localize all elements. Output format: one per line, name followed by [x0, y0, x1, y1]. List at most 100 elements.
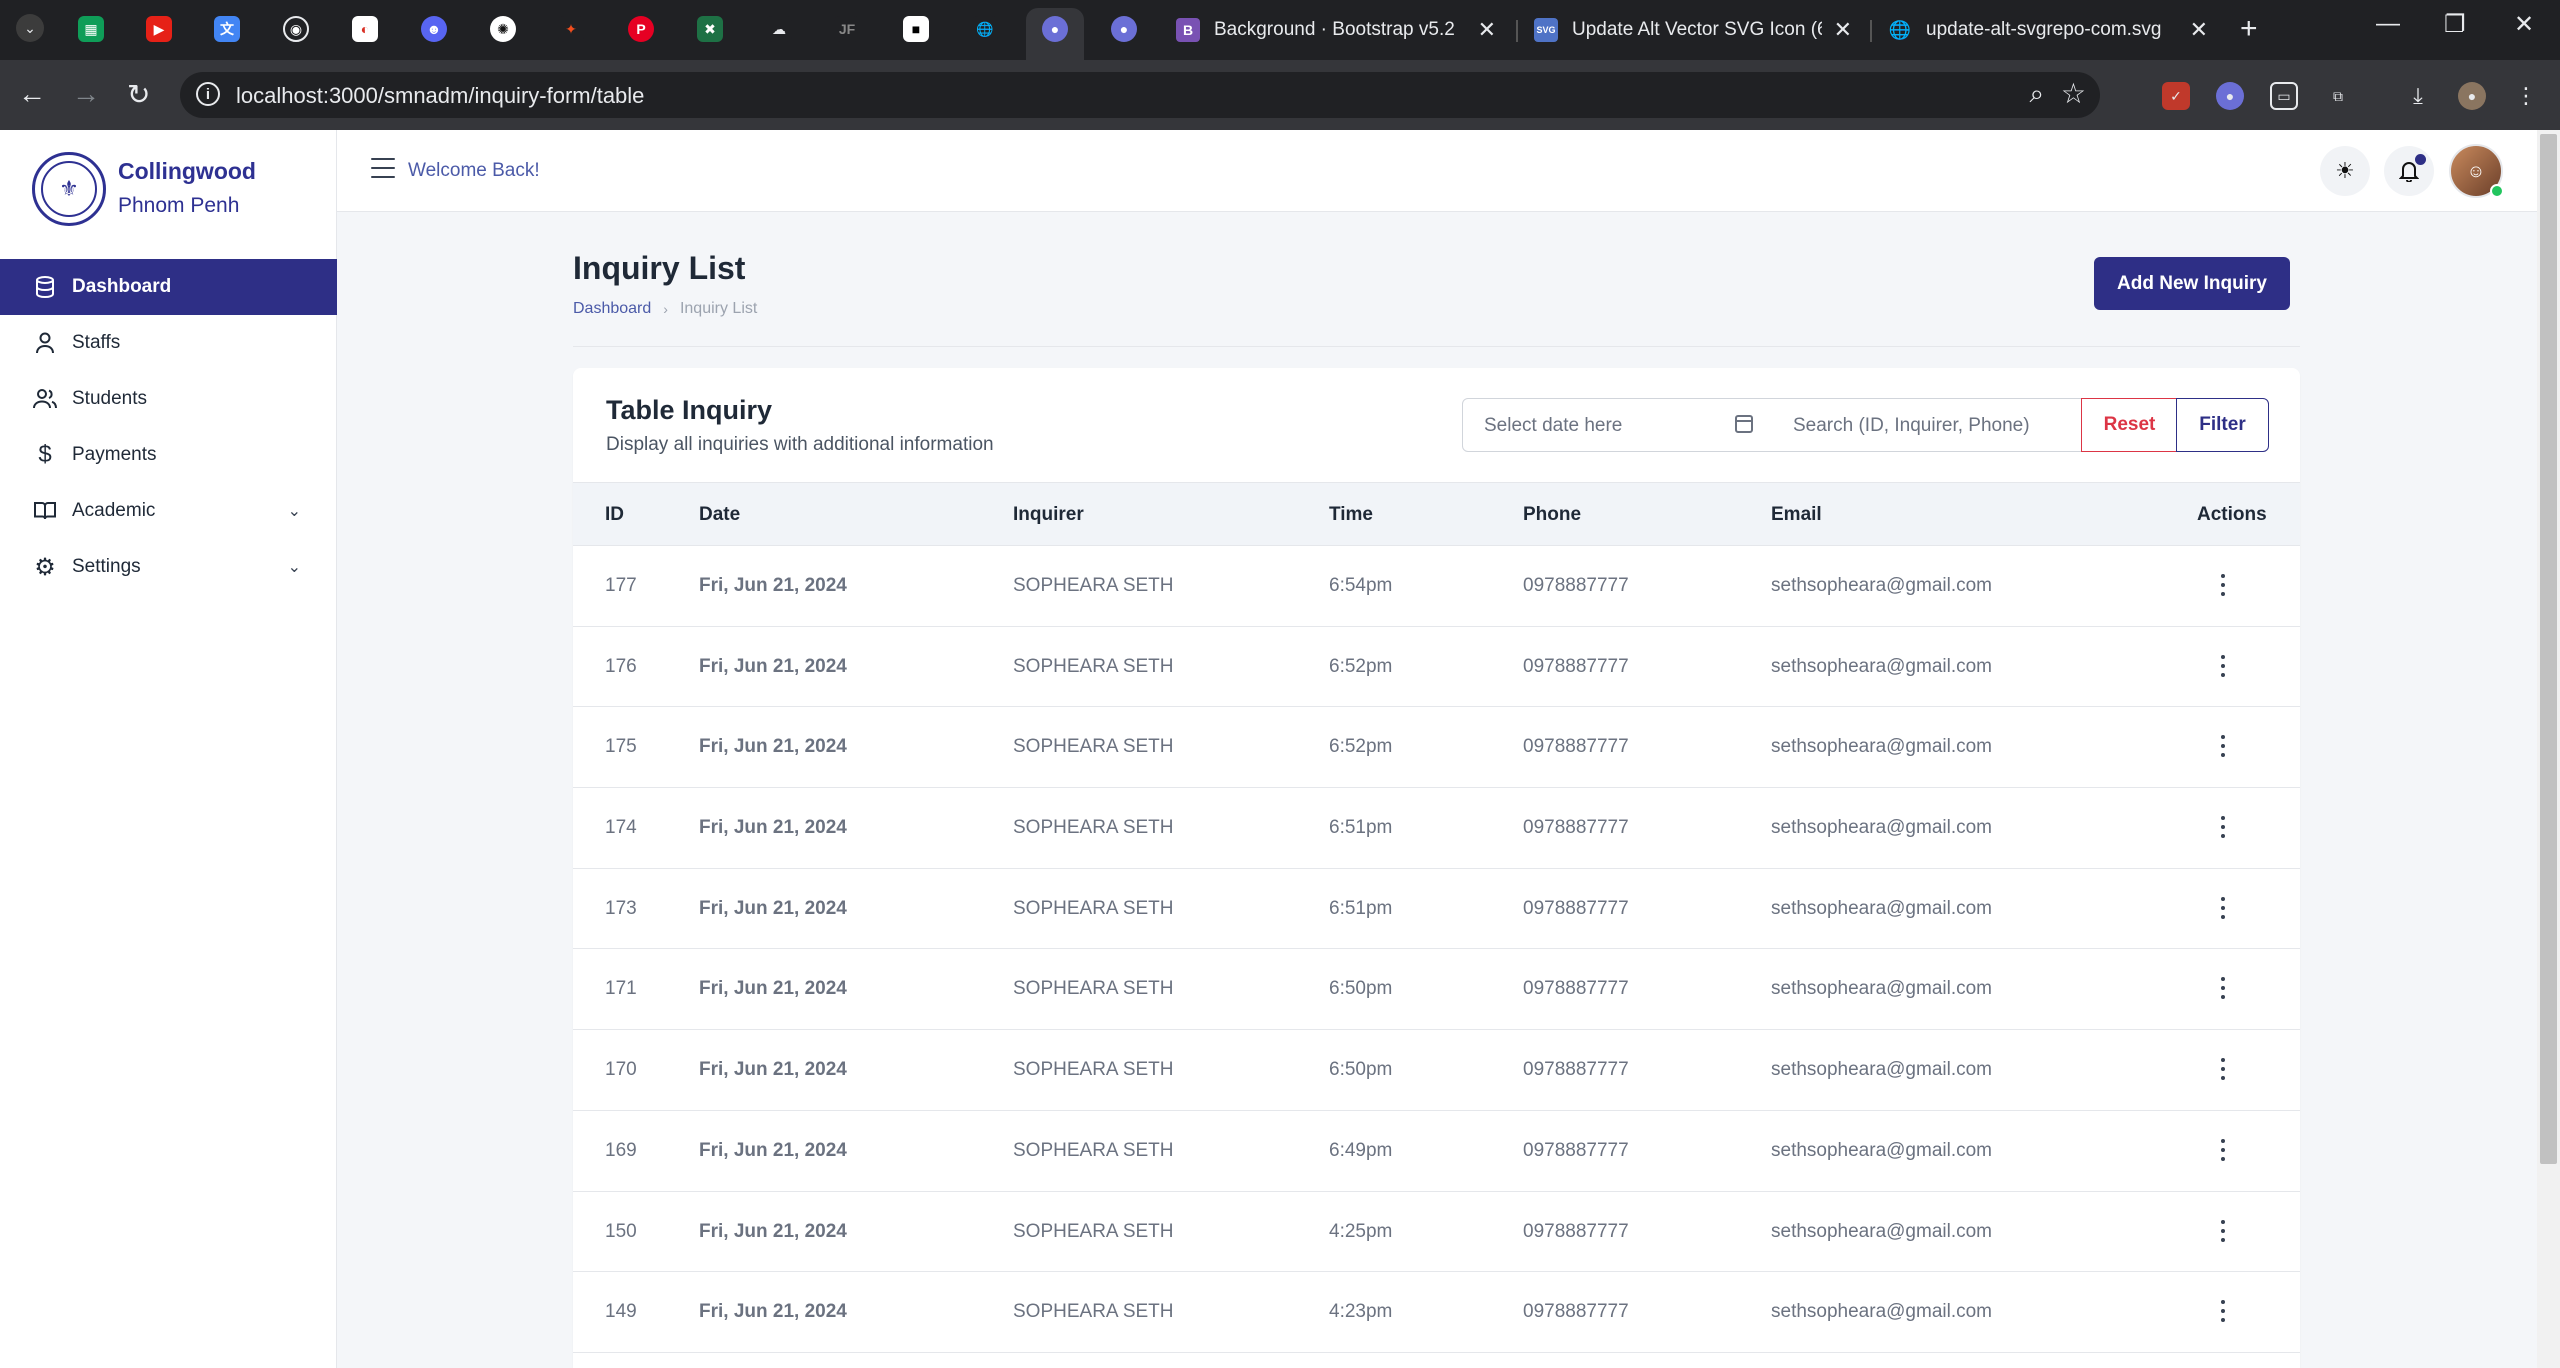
table-row[interactable]: 170 Fri, Jun 21, 2024 SOPHEARA SETH 6:50… — [573, 1030, 2300, 1111]
more-actions-icon[interactable] — [2218, 816, 2228, 839]
more-actions-icon[interactable] — [2218, 1300, 2228, 1323]
cell-email: sethsopheara@gmail.com — [1771, 1139, 1993, 1161]
date-picker-input[interactable]: Select date here — [1462, 398, 1772, 452]
address-bar[interactable]: i localhost:3000/smnadm/inquiry-form/tab… — [180, 72, 2100, 118]
sidebar-item-academic[interactable]: Academic ⌄ — [0, 483, 337, 539]
more-actions-icon[interactable] — [2218, 896, 2228, 919]
table-row[interactable]: 175 Fri, Jun 21, 2024 SOPHEARA SETH 6:52… — [573, 707, 2300, 789]
table-row[interactable]: 176 Fri, Jun 21, 2024 SOPHEARA SETH 6:52… — [573, 627, 2300, 708]
theme-toggle-sun-icon[interactable]: ☀ — [2320, 146, 2370, 196]
minimize-icon[interactable]: — — [2376, 10, 2400, 38]
table-row[interactable]: 174 Fri, Jun 21, 2024 SOPHEARA SETH 6:51… — [573, 788, 2300, 869]
chevron-down-icon: ⌄ — [287, 559, 301, 576]
jf-icon[interactable]: JF — [834, 16, 860, 42]
table-row[interactable]: 177 Fri, Jun 21, 2024 SOPHEARA SETH 6:54… — [573, 546, 2300, 627]
hamburger-menu-icon[interactable] — [371, 158, 395, 178]
tab-svg-icon[interactable]: SVG Update Alt Vector SVG Icon (6) ✕ — [1534, 8, 1852, 52]
restore-icon[interactable]: ❐ — [2444, 10, 2466, 39]
globe-icon[interactable]: 🌐 — [972, 16, 998, 42]
app-icon[interactable]: ◐ — [352, 16, 378, 42]
browser-menu-icon[interactable]: ⋮ — [2512, 82, 2540, 110]
extensions-puzzle-icon[interactable]: ⧉ — [2324, 82, 2352, 110]
cell-phone: 0978887777 — [1523, 575, 1629, 596]
extension-icon[interactable]: ✓ — [2162, 82, 2190, 110]
sidebar-item-payments[interactable]: $ Payments — [0, 427, 337, 483]
page-scrollbar-thumb[interactable] — [2540, 134, 2557, 1164]
more-actions-icon[interactable] — [2218, 574, 2228, 596]
profile-icon[interactable]: ● — [2458, 82, 2486, 110]
download-icon[interactable]: ⤓ — [2404, 82, 2432, 110]
chevron-down-icon: ⌄ — [287, 503, 301, 520]
forward-icon[interactable]: → — [72, 78, 100, 110]
more-actions-icon[interactable] — [2218, 1058, 2228, 1081]
school-logo-icon: ⚜ — [32, 152, 106, 226]
breadcrumb-link-dashboard[interactable]: Dashboard — [573, 300, 651, 318]
new-tab-icon[interactable]: + — [2240, 12, 2258, 46]
app-header: Welcome Back! ☀ ☺ — [337, 130, 2537, 212]
cell-phone: 0978887777 — [1523, 978, 1629, 1000]
discord-icon[interactable]: ☻ — [421, 16, 447, 42]
cell-email: sethsopheara@gmail.com — [1771, 978, 1993, 1000]
tab-svg-file[interactable]: 🌐 update-alt-svgrepo-com.svg ✕ — [1888, 8, 2208, 52]
cell-date: Fri, Jun 21, 2024 — [699, 1059, 847, 1081]
cloud-icon[interactable]: ☁ — [766, 16, 792, 42]
sidebar-item-students[interactable]: Students — [0, 371, 337, 427]
app-active-icon[interactable]: ● — [1042, 16, 1068, 42]
notion-icon[interactable]: ■ — [903, 16, 929, 42]
calendar-icon[interactable] — [1735, 415, 1753, 433]
sidebar-item-dashboard[interactable]: Dashboard — [0, 259, 337, 315]
close-tab-icon[interactable]: ✕ — [1478, 17, 1496, 43]
close-tab-icon[interactable]: ✕ — [1834, 17, 1852, 43]
brand[interactable]: ⚜ Collingwood Phnom Penh — [0, 130, 337, 226]
cell-date: Fri, Jun 21, 2024 — [699, 817, 847, 839]
table-row[interactable]: 169 Fri, Jun 21, 2024 SOPHEARA SETH 6:49… — [573, 1111, 2300, 1192]
zoom-icon[interactable]: ⌕ — [2029, 78, 2044, 110]
more-actions-icon[interactable] — [2218, 1138, 2228, 1161]
site-info-icon[interactable]: i — [196, 82, 220, 106]
table-row[interactable]: 149 Fri, Jun 21, 2024 SOPHEARA SETH 4:23… — [573, 1272, 2300, 1353]
tab-bootstrap[interactable]: B Background · Bootstrap v5.2 ✕ — [1176, 8, 1496, 52]
url-text[interactable]: localhost:3000/smnadm/inquiry-form/table — [236, 83, 644, 109]
reset-button[interactable]: Reset — [2081, 398, 2178, 452]
sidebar-item-settings[interactable]: ⚙ Settings ⌄ — [0, 539, 337, 595]
close-window-icon[interactable]: ✕ — [2514, 10, 2534, 39]
figma-icon[interactable]: ✦ — [558, 16, 584, 42]
more-actions-icon[interactable] — [2218, 654, 2228, 677]
more-actions-icon[interactable] — [2218, 1219, 2228, 1242]
browser-tab-strip: ⌄ ▦ ▶ 文 ◉ ◐ ☻ ✺ ✦ P ✖ ☁ JF ■ 🌐 ● ● B Bac… — [0, 0, 2560, 60]
breadcrumb-current: Inquiry List — [679, 300, 758, 317]
notification-bell-icon[interactable] — [2384, 146, 2434, 196]
back-icon[interactable]: ← — [18, 78, 46, 110]
column-header-inquirer: Inquirer — [1013, 504, 1084, 525]
cell-date: Fri, Jun 21, 2024 — [699, 1139, 847, 1161]
filter-button[interactable]: Filter — [2176, 398, 2269, 452]
sidebar-item-staffs[interactable]: Staffs — [0, 315, 337, 371]
cell-email: sethsopheara@gmail.com — [1771, 736, 1993, 758]
extension-icon-2[interactable]: ● — [2216, 82, 2244, 110]
search-input[interactable]: Search (ID, Inquirer, Phone) — [1771, 398, 2083, 452]
translate-icon[interactable]: 文 — [214, 16, 240, 42]
svgrepo-icon: SVG — [1534, 18, 1558, 42]
chatgpt-icon[interactable]: ✺ — [490, 16, 516, 42]
table-row[interactable]: 171 Fri, Jun 21, 2024 SOPHEARA SETH 6:50… — [573, 949, 2300, 1031]
app-icon-2[interactable]: ● — [1111, 16, 1137, 42]
tab-search-icon[interactable]: ⌄ — [16, 14, 44, 42]
sheets-icon[interactable]: ▦ — [78, 16, 104, 42]
youtube-icon[interactable]: ▶ — [146, 16, 172, 42]
search-placeholder: Search (ID, Inquirer, Phone) — [1793, 415, 2030, 436]
excel-icon[interactable]: ✖ — [697, 16, 723, 42]
column-header-email: Email — [1771, 504, 1822, 525]
bookmark-star-icon[interactable]: ☆ — [2061, 77, 2086, 110]
table-row[interactable]: 150 Fri, Jun 21, 2024 SOPHEARA SETH 4:25… — [573, 1192, 2300, 1273]
add-new-inquiry-button[interactable]: Add New Inquiry — [2094, 257, 2290, 310]
github-icon[interactable]: ◉ — [283, 16, 309, 42]
cell-email: sethsopheara@gmail.com — [1771, 817, 1993, 839]
reload-icon[interactable]: ↻ — [127, 78, 150, 111]
sidepanel-icon[interactable]: ▭ — [2270, 82, 2298, 110]
cell-date: Fri, Jun 21, 2024 — [699, 978, 847, 1000]
more-actions-icon[interactable] — [2218, 735, 2228, 758]
table-row[interactable]: 173 Fri, Jun 21, 2024 SOPHEARA SETH 6:51… — [573, 869, 2300, 950]
more-actions-icon[interactable] — [2218, 977, 2228, 1000]
pinterest-icon[interactable]: P — [628, 16, 654, 42]
close-tab-icon[interactable]: ✕ — [2190, 17, 2208, 43]
